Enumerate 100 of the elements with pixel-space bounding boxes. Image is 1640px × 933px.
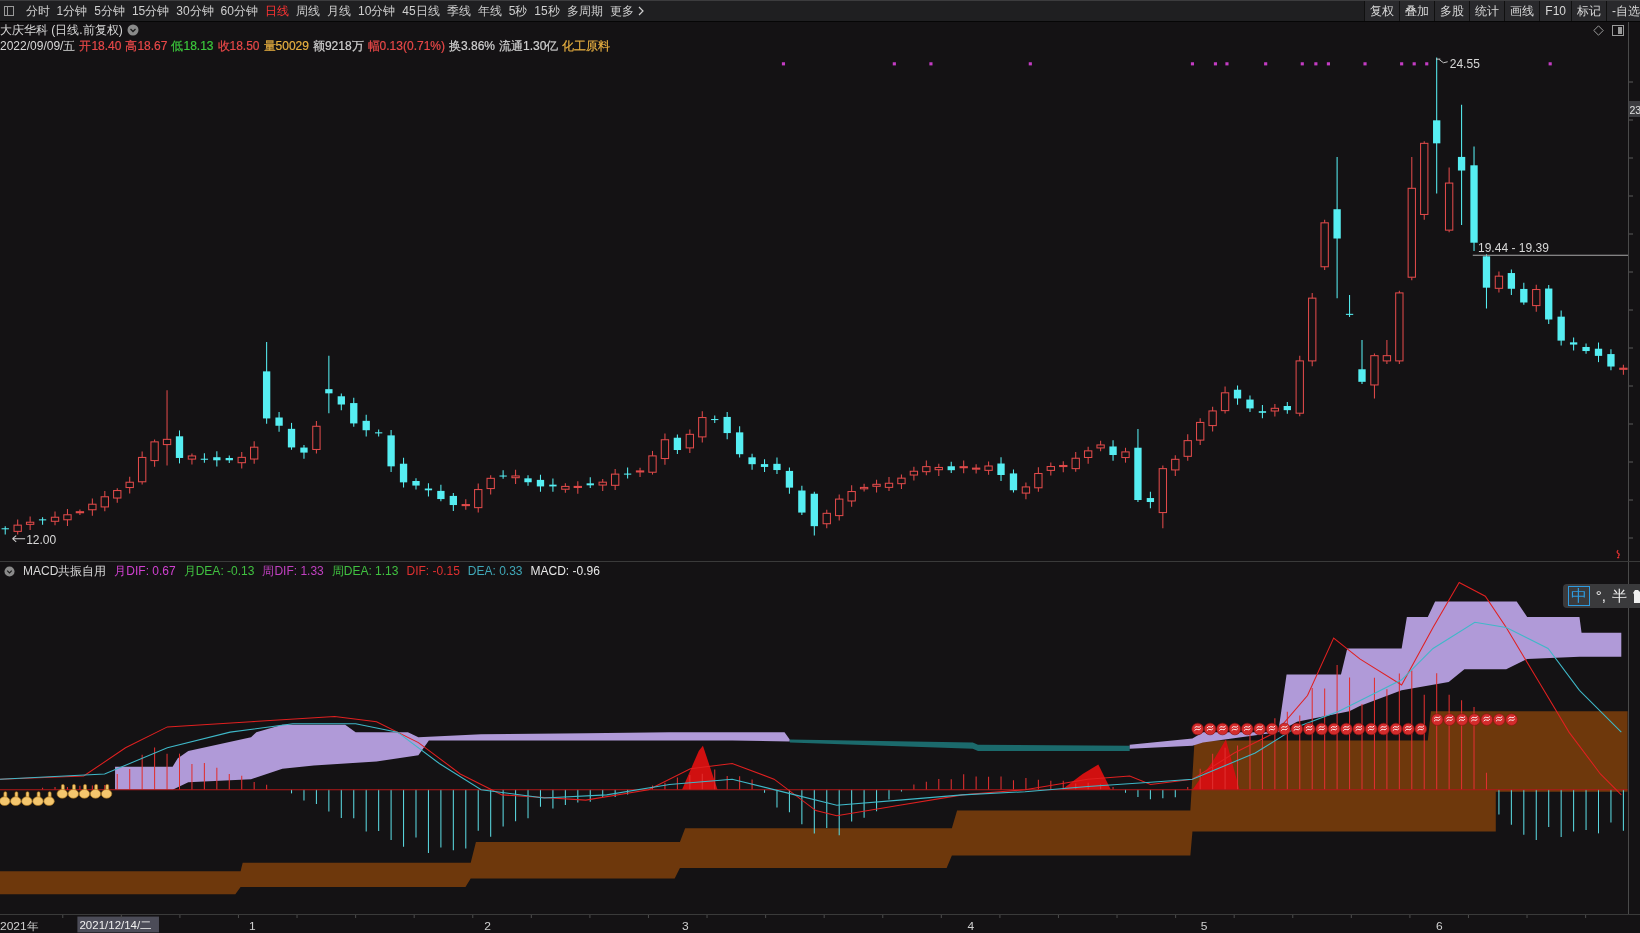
toolbar-button[interactable]: -自选 <box>1606 1 1640 21</box>
month-label: 2 <box>484 919 491 932</box>
candlestick <box>63 508 72 527</box>
panel-icon[interactable] <box>4 6 14 16</box>
toolbar-button[interactable]: 多股 <box>1434 1 1470 21</box>
signal-ball-icon <box>1327 722 1341 736</box>
candlestick <box>959 459 968 474</box>
candlestick <box>798 485 806 516</box>
candlestick <box>947 461 955 474</box>
candlestick <box>1557 309 1565 346</box>
histogram-bar <box>651 785 654 791</box>
toolbar-button[interactable]: 叠加 <box>1399 1 1435 21</box>
candlestick <box>623 466 632 479</box>
quote-field: 开18.40 <box>79 38 122 54</box>
signal-ball-icon <box>1228 722 1242 736</box>
hand-pointer-icon <box>67 784 79 799</box>
candlestick <box>75 508 85 516</box>
period-tab[interactable]: 30分钟 <box>172 1 218 21</box>
signal-ball-icon <box>1431 713 1444 726</box>
candlestick <box>984 461 993 476</box>
ime-language-toggle[interactable]: 中 <box>1567 586 1590 606</box>
toolbar-button[interactable]: F10 <box>1539 1 1571 21</box>
candlestick <box>474 482 483 513</box>
period-tab[interactable]: 周线 <box>292 1 324 21</box>
period-tab[interactable]: 1分钟 <box>53 1 91 21</box>
candlestick <box>660 433 670 466</box>
candlestick <box>1046 462 1055 477</box>
period-tab[interactable]: 10分钟 <box>354 1 399 21</box>
quote-field: 化工原料 <box>562 38 611 54</box>
signal-ball-icon <box>1241 722 1254 736</box>
period-tab[interactable]: 日线 <box>261 1 293 21</box>
candlestick <box>1171 454 1180 477</box>
high-price-label: 24.55 <box>1449 57 1480 71</box>
indicator-value: 月DIF: 0.67 <box>114 563 176 580</box>
period-tab[interactable]: 多周期 <box>563 1 607 21</box>
shirt-icon[interactable] <box>1633 589 1640 603</box>
toolbar-button[interactable]: 统计 <box>1469 1 1505 21</box>
month-label: 6 <box>1436 919 1443 932</box>
candlestick <box>1320 219 1329 271</box>
hand-pointer-icon <box>78 784 90 799</box>
candlestick <box>1009 468 1018 494</box>
dropdown-circle-icon[interactable] <box>126 24 139 36</box>
month-label: 4 <box>967 919 975 932</box>
signal-ball-icon <box>1253 722 1266 736</box>
signal-ball-icon <box>1216 722 1229 736</box>
dropdown-circle-icon[interactable] <box>4 566 15 577</box>
signal-ball-icon <box>1365 722 1378 736</box>
candlestick <box>711 415 719 424</box>
toolbar-button[interactable]: 标记 <box>1571 1 1606 21</box>
period-tab[interactable]: 15分钟 <box>128 1 173 21</box>
candlestick <box>673 433 682 455</box>
low-price-label: 12.00 <box>26 532 57 547</box>
period-tab[interactable]: 年线 <box>474 1 506 21</box>
candlestick <box>362 414 370 438</box>
candlestick <box>399 457 408 488</box>
period-tab[interactable]: 5分钟 <box>90 1 129 21</box>
candlestick <box>810 491 818 537</box>
diamond-icon[interactable] <box>1593 24 1604 36</box>
candlestick <box>1059 460 1068 473</box>
candlestick <box>1545 284 1553 325</box>
signal-ball-icon <box>1352 722 1365 736</box>
candlestick <box>598 478 607 492</box>
candlestick <box>113 487 122 504</box>
histogram-bar <box>1597 789 1600 834</box>
candlestick <box>785 466 794 495</box>
candlestick <box>375 429 383 438</box>
signal-ball-icon <box>1505 713 1518 726</box>
candlestick <box>934 463 943 477</box>
period-tab[interactable]: 月线 <box>323 1 355 21</box>
toolbar-button[interactable]: 画线 <box>1504 1 1540 21</box>
candlestick <box>1494 270 1504 293</box>
month-label: 1 <box>248 919 256 932</box>
candlestick <box>137 451 147 486</box>
period-tab[interactable]: 季线 <box>443 1 475 21</box>
hand-pointer-icon <box>56 784 68 799</box>
signal-ball-icon <box>1290 722 1303 736</box>
period-tab[interactable]: 60分钟 <box>217 1 262 21</box>
candlestick <box>1607 348 1615 371</box>
period-tab[interactable]: 15秒 <box>530 1 564 21</box>
period-tab[interactable]: 分时 <box>22 1 53 21</box>
hand-pointer-icon <box>32 791 44 806</box>
candlestick <box>1258 404 1267 419</box>
candlestick <box>1246 395 1254 413</box>
quote-field: 收18.50 <box>217 38 260 54</box>
signal-ball-icon <box>1480 713 1493 726</box>
signal-area <box>1192 739 1240 790</box>
period-tab[interactable]: 45日线 <box>398 1 444 21</box>
candlestick <box>859 483 869 493</box>
period-tab[interactable]: 5秒 <box>505 1 531 21</box>
candlestick <box>1520 282 1528 306</box>
ime-punctuation-toggle[interactable]: °, <box>1595 587 1606 605</box>
candlestick <box>499 469 507 480</box>
ime-width-toggle[interactable]: 半 <box>1612 587 1627 605</box>
toolbar-button[interactable]: 复权 <box>1364 1 1400 21</box>
more-button[interactable]: 更多 <box>606 1 648 21</box>
high-leader-line <box>1435 58 1449 64</box>
candlestick <box>38 516 47 526</box>
split-panel-icon[interactable] <box>1612 24 1624 36</box>
candlestick <box>897 473 906 490</box>
candlestick <box>573 480 582 495</box>
